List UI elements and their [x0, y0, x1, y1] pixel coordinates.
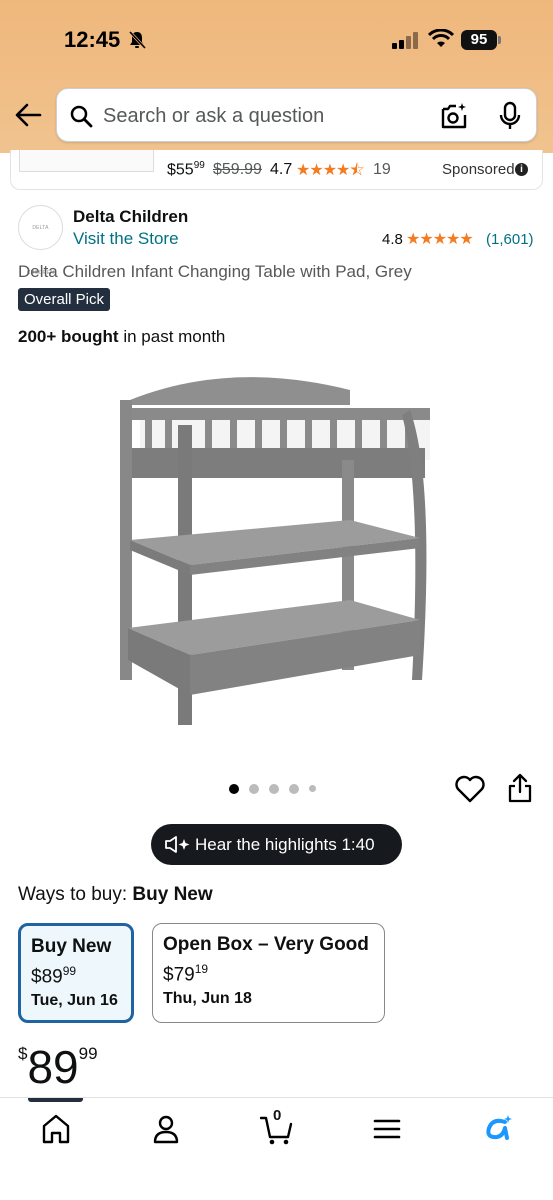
option-title: Open Box – Very Good [163, 934, 369, 955]
battery-tip [498, 36, 501, 44]
menu-icon[interactable] [370, 1112, 404, 1146]
sponsored-old-price: $59.99 [213, 161, 262, 178]
speaker-sparkle-icon [165, 836, 190, 853]
sponsored-product-card[interactable]: $5599 $59.99 4.7 ★★★★⯪ 19 Sponsored i [10, 150, 543, 190]
carousel-dot[interactable] [269, 784, 279, 794]
status-time: 12:45 [64, 27, 121, 52]
hear-highlights-label: Hear the highlights 1:40 [195, 835, 375, 854]
option-title: Buy New [31, 936, 112, 957]
option-delivery-date: Tue, Jun 16 [31, 992, 118, 1009]
sponsored-label: Sponsored [442, 161, 515, 178]
camera-lens-icon[interactable] [439, 101, 469, 131]
rating-star-icons[interactable]: ★★★★★ [406, 229, 474, 249]
search-icon [70, 105, 93, 128]
rating-value: 4.8 [382, 231, 403, 248]
bottom-navigation: 0 [0, 1097, 553, 1200]
account-icon[interactable] [149, 1112, 183, 1146]
open-box-option[interactable]: Open Box – Very Good $7919 Thu, Jun 18 [152, 923, 385, 1023]
bought-count: 200+ bought in past month [18, 327, 226, 346]
cart-count: 0 [273, 1107, 282, 1124]
sponsored-review-count: 19 [373, 161, 391, 178]
sponsored-product-thumbnail [19, 150, 154, 172]
sponsored-star-icons: ★★★★⯪ [296, 162, 365, 179]
product-price: $8999 [18, 1041, 98, 1093]
rating-count-link[interactable]: (1,601) [486, 231, 534, 248]
header: 12:45 95 [0, 0, 553, 153]
search-input[interactable] [103, 101, 423, 131]
carousel-dot[interactable] [249, 784, 259, 794]
heart-icon[interactable] [455, 775, 485, 803]
back-arrow-icon[interactable] [14, 100, 42, 130]
brand-name: Delta Children [73, 207, 189, 226]
share-icon[interactable] [507, 773, 533, 803]
cart-button[interactable]: 0 [259, 1107, 294, 1146]
rufus-assistant-icon[interactable] [481, 1112, 515, 1146]
option-price: $7919 [163, 962, 209, 986]
carousel-dot[interactable] [309, 785, 316, 792]
cellular-signal-icon [392, 32, 418, 49]
hear-highlights-button[interactable]: Hear the highlights 1:40 [151, 824, 402, 865]
sponsored-price: $5599 [167, 160, 205, 179]
ways-to-buy-heading: Ways to buy: Buy New [18, 884, 213, 905]
option-price: $8999 [31, 964, 77, 988]
active-tab-indicator [28, 1098, 83, 1102]
carousel-dot[interactable] [229, 784, 239, 794]
buy-new-option[interactable]: Buy New $8999 Tue, Jun 16 [18, 923, 134, 1023]
product-image[interactable] [110, 360, 445, 740]
info-icon[interactable]: i [515, 163, 528, 176]
overall-pick-badge[interactable]: Overall Pick [18, 288, 111, 311]
home-icon[interactable] [39, 1112, 73, 1146]
image-carousel-dots[interactable] [229, 783, 329, 795]
brand-logo[interactable]: DELTA CHILDREN [18, 205, 63, 276]
microphone-icon[interactable] [498, 101, 522, 131]
visit-store-link[interactable]: Visit the Store [73, 229, 179, 249]
carousel-dot[interactable] [289, 784, 299, 794]
product-title: Delta Children Infant Changing Table wit… [18, 262, 412, 281]
wifi-icon [428, 29, 454, 47]
option-delivery-date: Thu, Jun 18 [163, 990, 252, 1007]
battery-indicator: 95 [461, 30, 497, 50]
sponsored-rating: 4.7 [270, 161, 293, 178]
search-bar[interactable] [56, 88, 537, 142]
bell-muted-icon [128, 30, 146, 50]
